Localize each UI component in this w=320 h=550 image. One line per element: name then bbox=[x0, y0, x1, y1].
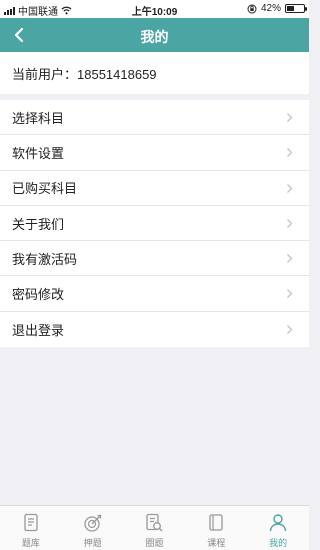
tab-circled-questions[interactable]: 圈题 bbox=[124, 506, 186, 550]
current-user-label: 当前用户：18551418659 bbox=[12, 66, 157, 82]
menu-item-select-subject[interactable]: 选择科目 bbox=[0, 100, 309, 136]
menu-item-label: 软件设置 bbox=[12, 145, 65, 161]
menu-item-software-settings[interactable]: 软件设置 bbox=[0, 135, 309, 171]
current-user-row: 当前用户：18551418659 bbox=[0, 52, 309, 94]
tab-label: 课程 bbox=[207, 538, 226, 548]
menu-item-label: 退出登录 bbox=[12, 322, 65, 338]
menu-item-label: 选择科目 bbox=[12, 110, 65, 126]
chevron-right-icon bbox=[287, 254, 293, 264]
document-icon bbox=[24, 513, 38, 532]
battery-percent: 42% bbox=[260, 3, 281, 14]
menu-item-label: 密码修改 bbox=[12, 287, 65, 303]
settings-menu: 选择科目 软件设置 已购买科目 关于我们 我有激活码 密码修改 退出登录 bbox=[0, 100, 309, 348]
target-icon bbox=[84, 514, 101, 532]
menu-item-change-password[interactable]: 密码修改 bbox=[0, 276, 309, 312]
tab-predicted-questions[interactable]: 押题 bbox=[62, 506, 124, 550]
chevron-right-icon bbox=[287, 324, 293, 334]
tab-question-bank[interactable]: 题库 bbox=[0, 506, 62, 550]
menu-item-label: 关于我们 bbox=[12, 216, 65, 232]
chevron-right-icon bbox=[287, 289, 293, 299]
chevron-right-icon bbox=[287, 183, 293, 193]
bottom-tab-bar: 题库 押题 圈题 课程 我的 bbox=[0, 505, 309, 550]
chevron-right-icon bbox=[287, 113, 293, 122]
nav-bar: 我的 bbox=[0, 18, 309, 52]
menu-item-label: 我有激活码 bbox=[12, 251, 78, 267]
status-right: 42% bbox=[247, 3, 307, 14]
rotation-lock-icon bbox=[247, 4, 257, 13]
page-title: 我的 bbox=[140, 29, 169, 45]
menu-item-label: 已购买科目 bbox=[12, 181, 78, 197]
tab-courses[interactable]: 课程 bbox=[185, 506, 247, 550]
tab-label: 题库 bbox=[21, 538, 40, 548]
user-icon bbox=[269, 514, 287, 532]
menu-item-activation-code[interactable]: 我有激活码 bbox=[0, 241, 309, 277]
chevron-right-icon bbox=[287, 148, 293, 158]
search-doc-icon bbox=[146, 513, 163, 532]
battery-fill bbox=[287, 6, 294, 11]
battery-icon bbox=[285, 4, 307, 13]
menu-item-logout[interactable]: 退出登录 bbox=[0, 312, 309, 347]
tab-label: 押题 bbox=[83, 538, 102, 548]
status-bar: 中国联通 上午10:09 42% bbox=[0, 0, 309, 18]
chevron-right-icon bbox=[287, 218, 293, 228]
menu-item-purchased-subjects[interactable]: 已购买科目 bbox=[0, 171, 309, 206]
tab-label: 圈题 bbox=[145, 538, 164, 548]
menu-item-about-us[interactable]: 关于我们 bbox=[0, 206, 309, 242]
tab-mine[interactable]: 我的 bbox=[247, 506, 309, 550]
tab-label: 我的 bbox=[269, 538, 288, 548]
book-icon bbox=[209, 514, 223, 531]
